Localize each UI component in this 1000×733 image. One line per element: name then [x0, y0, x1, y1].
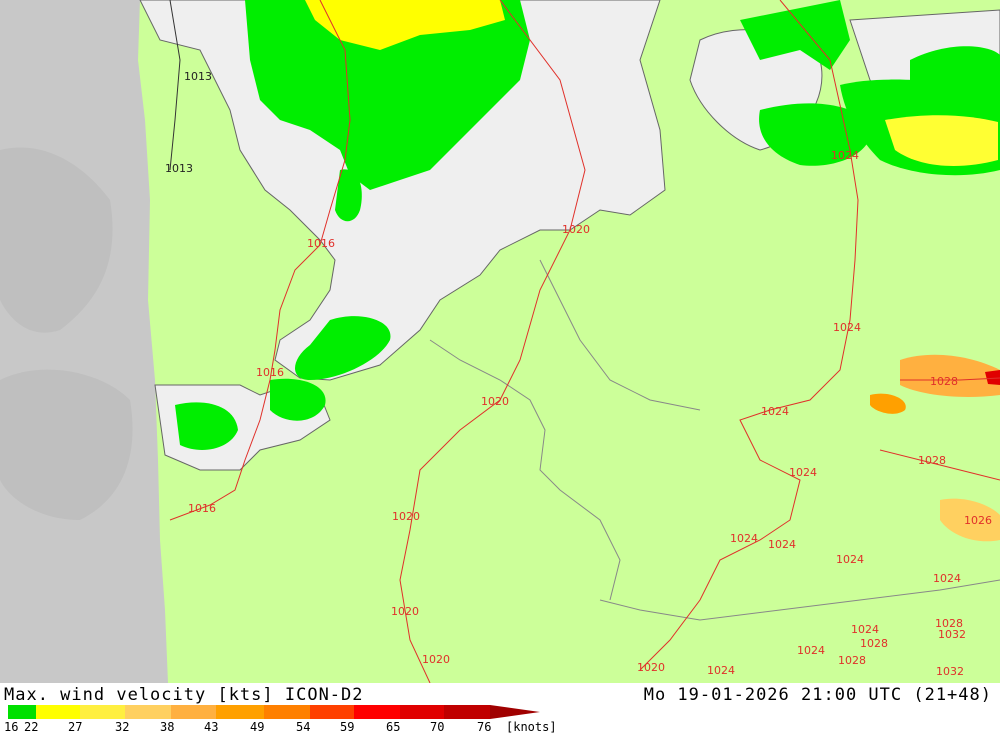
isobar-label: 1016: [256, 366, 284, 379]
isobar-label: 1024: [831, 149, 859, 162]
color-scale-tick: 38: [160, 720, 174, 733]
isobar-label: 1032: [936, 665, 964, 678]
color-scale-arrow: [490, 705, 540, 719]
isobar-label: 1020: [391, 605, 419, 618]
color-scale-tick: 70: [430, 720, 444, 733]
isobar-label: 1024: [797, 644, 825, 657]
color-scale-tick: 59: [340, 720, 354, 733]
isobar-label: 1020: [481, 395, 509, 408]
map-timestamp: Mo 19-01-2026 21:00 UTC (21+48): [643, 685, 992, 705]
isobar-label: 1024: [761, 405, 789, 418]
color-scale-swatch: [171, 705, 216, 719]
color-scale-tick: 16: [4, 720, 18, 733]
isobar-label: 1024: [836, 553, 864, 566]
color-scale-swatch: [354, 705, 400, 719]
isobar-label: 1024: [730, 532, 758, 545]
color-scale-unit: [knots]: [506, 720, 557, 733]
color-scale-swatch: [264, 705, 310, 719]
color-scale-swatch: [216, 705, 264, 719]
color-scale-legend: 16 22 27 32 38 43 49 54 59 65 70 76 [knots]: [4, 705, 557, 733]
isobar-label: 1024: [833, 321, 861, 334]
isobar-label: 1024: [789, 466, 817, 479]
color-scale-swatch: [8, 705, 36, 719]
color-scale-tick: 54: [296, 720, 310, 733]
color-scale-tick: 49: [250, 720, 264, 733]
color-scale-bars: [8, 705, 490, 719]
color-scale-tick: 43: [204, 720, 218, 733]
map-canvas: 1013 1013 1016 1016 1016 1020 1020 1020 …: [0, 0, 1000, 683]
color-scale-tick: 22: [24, 720, 38, 733]
color-scale-tick: 27: [68, 720, 82, 733]
wind-map: 1013 1013 1016 1016 1016 1020 1020 1020 …: [0, 0, 1000, 683]
isobar-label: 1016: [188, 502, 216, 515]
isobar-label: 1013: [165, 162, 193, 175]
color-scale-tick: 65: [386, 720, 400, 733]
isobar-label: 1013: [184, 70, 212, 83]
isobar-label: 1020: [422, 653, 450, 666]
isobar-label: 1028: [838, 654, 866, 667]
isobar-label: 1026: [964, 514, 992, 527]
isobar-label: 1016: [307, 237, 335, 250]
map-title: Max. wind velocity [kts] ICON-D2: [4, 685, 364, 705]
isobar-label: 1028: [918, 454, 946, 467]
isobar-label: 1028: [860, 637, 888, 650]
out-of-domain-area: [0, 0, 168, 683]
color-scale-swatch: [125, 705, 171, 719]
color-scale-swatch: [36, 705, 80, 719]
color-scale-labels: 16 22 27 32 38 43 49 54 59 65 70 76 [knots]: [4, 720, 557, 733]
color-scale-swatch: [80, 705, 125, 719]
isobar-label: 1024: [768, 538, 796, 551]
isobar-label: 1020: [637, 661, 665, 674]
isobar-label: 1024: [851, 623, 879, 636]
isobar-label: 1020: [392, 510, 420, 523]
color-scale-swatch: [400, 705, 444, 719]
isobar-label: 1020: [562, 223, 590, 236]
isobar-label: 1024: [707, 664, 735, 677]
isobar-label: 1024: [933, 572, 961, 585]
isobar-label: 1032: [938, 628, 966, 641]
color-scale-swatch: [310, 705, 354, 719]
color-scale-swatch: [444, 705, 490, 719]
color-scale-tick: 76: [477, 720, 491, 733]
color-scale-tick: 32: [115, 720, 129, 733]
isobar-label: 1028: [930, 375, 958, 388]
